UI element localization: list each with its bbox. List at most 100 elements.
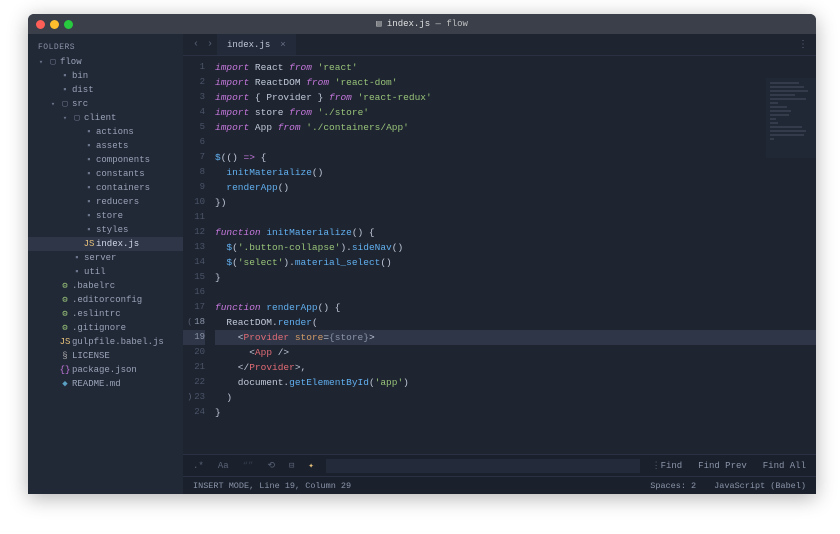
minimap[interactable] (766, 78, 816, 158)
tree-arrow-icon[interactable]: ▾ (36, 58, 46, 67)
tree-item-store[interactable]: ▪store (28, 209, 183, 223)
tree-item-index-js[interactable]: JSindex.js (28, 237, 183, 251)
line-number[interactable]: 12 (183, 225, 205, 240)
code-line[interactable] (215, 285, 816, 300)
whole-word-icon[interactable]: “” (243, 461, 254, 471)
tree-item-package-json[interactable]: {}package.json (28, 363, 183, 377)
titlebar[interactable]: ▤ index.js — flow (28, 14, 816, 34)
tab-close-icon[interactable]: × (280, 40, 285, 50)
status-spaces[interactable]: Spaces: 2 (650, 481, 696, 491)
code-line[interactable]: } (215, 405, 816, 420)
code-line[interactable]: $(() => { (215, 150, 816, 165)
sidebar[interactable]: FOLDERS ▾▢flow▪bin▪dist▾▢src▾▢client▪act… (28, 34, 183, 494)
line-number[interactable]: 16 (183, 285, 205, 300)
code-line[interactable]: $('select').material_select() (215, 255, 816, 270)
tree-item-util[interactable]: ▪util (28, 265, 183, 279)
wrap-toggle-icon[interactable]: ⟲ (267, 461, 275, 471)
line-number[interactable]: 20 (183, 345, 205, 360)
line-number[interactable]: 21 (183, 360, 205, 375)
line-number[interactable]: 15 (183, 270, 205, 285)
tab-index-js[interactable]: index.js × (217, 34, 296, 55)
code-line[interactable]: ) (215, 390, 816, 405)
line-number[interactable]: 3 (183, 90, 205, 105)
line-number[interactable]: 4 (183, 105, 205, 120)
line-number[interactable]: 19 (183, 330, 205, 345)
tree-item-containers[interactable]: ▪containers (28, 181, 183, 195)
code-line[interactable]: import React from 'react' (215, 60, 816, 75)
tree-item-dist[interactable]: ▪dist (28, 83, 183, 97)
in-selection-icon[interactable]: ⊟ (289, 461, 294, 471)
tree-item--eslintrc[interactable]: ⚙.eslintrc (28, 307, 183, 321)
tree-item-constants[interactable]: ▪constants (28, 167, 183, 181)
code-area[interactable]: 1234567891011121314151617(1819202122)232… (183, 56, 816, 454)
find-all-button[interactable]: Find All (763, 461, 806, 471)
code-line[interactable]: import { Provider } from 'react-redux' (215, 90, 816, 105)
tree-item--gitignore[interactable]: ⚙.gitignore (28, 321, 183, 335)
line-number[interactable]: )23 (183, 390, 205, 405)
code-line[interactable]: import store from './store' (215, 105, 816, 120)
line-number[interactable]: 5 (183, 120, 205, 135)
tree-item-license[interactable]: §LICENSE (28, 349, 183, 363)
code-line[interactable]: <Provider store={store}> (215, 330, 816, 345)
line-number[interactable]: 8 (183, 165, 205, 180)
code-line[interactable]: </Provider>, (215, 360, 816, 375)
tab-next-icon[interactable]: › (203, 39, 217, 50)
find-input[interactable] (326, 459, 640, 473)
tree-item-src[interactable]: ▾▢src (28, 97, 183, 111)
case-toggle-icon[interactable]: Aa (218, 461, 229, 471)
code-line[interactable]: } (215, 270, 816, 285)
tree-item-styles[interactable]: ▪styles (28, 223, 183, 237)
find-button[interactable]: Find (661, 461, 683, 471)
tree-item-components[interactable]: ▪components (28, 153, 183, 167)
line-number[interactable]: 17 (183, 300, 205, 315)
line-number[interactable]: 1 (183, 60, 205, 75)
highlight-icon[interactable]: ✦ (308, 461, 313, 471)
line-number[interactable]: 6 (183, 135, 205, 150)
code-line[interactable]: initMaterialize() (215, 165, 816, 180)
tree-arrow-icon[interactable]: ▾ (48, 100, 58, 109)
tree-item--babelrc[interactable]: ⚙.babelrc (28, 279, 183, 293)
regex-toggle-icon[interactable]: .* (193, 461, 204, 471)
code-line[interactable]: function renderApp() { (215, 300, 816, 315)
minimize-window-button[interactable] (50, 20, 59, 29)
code-content[interactable]: import React from 'react'import ReactDOM… (211, 56, 816, 454)
line-number[interactable]: 14 (183, 255, 205, 270)
code-line[interactable] (215, 135, 816, 150)
code-line[interactable]: function initMaterialize() { (215, 225, 816, 240)
tree-item-reducers[interactable]: ▪reducers (28, 195, 183, 209)
tab-overflow-icon[interactable]: ⋮ (798, 39, 808, 51)
status-language[interactable]: JavaScript (Babel) (714, 481, 806, 491)
line-number[interactable]: 2 (183, 75, 205, 90)
code-line[interactable]: renderApp() (215, 180, 816, 195)
code-line[interactable]: document.getElementById('app') (215, 375, 816, 390)
code-line[interactable]: import ReactDOM from 'react-dom' (215, 75, 816, 90)
tab-prev-icon[interactable]: ‹ (189, 39, 203, 50)
find-more-icon[interactable]: ⋮ (652, 461, 661, 471)
tree-item-flow[interactable]: ▾▢flow (28, 55, 183, 69)
line-number[interactable]: 9 (183, 180, 205, 195)
line-number[interactable]: 10 (183, 195, 205, 210)
line-number[interactable]: 24 (183, 405, 205, 420)
find-prev-button[interactable]: Find Prev (698, 461, 747, 471)
line-number[interactable]: 7 (183, 150, 205, 165)
line-number[interactable]: 22 (183, 375, 205, 390)
code-line[interactable] (215, 210, 816, 225)
maximize-window-button[interactable] (64, 20, 73, 29)
tree-item--editorconfig[interactable]: ⚙.editorconfig (28, 293, 183, 307)
tree-item-server[interactable]: ▪server (28, 251, 183, 265)
close-window-button[interactable] (36, 20, 45, 29)
code-line[interactable]: }) (215, 195, 816, 210)
code-line[interactable]: ReactDOM.render( (215, 315, 816, 330)
tree-item-bin[interactable]: ▪bin (28, 69, 183, 83)
tree-item-client[interactable]: ▾▢client (28, 111, 183, 125)
tree-item-gulpfile-babel-js[interactable]: JSgulpfile.babel.js (28, 335, 183, 349)
code-line[interactable]: $('.button-collapse').sideNav() (215, 240, 816, 255)
tree-item-actions[interactable]: ▪actions (28, 125, 183, 139)
code-line[interactable]: import App from './containers/App' (215, 120, 816, 135)
line-number[interactable]: 13 (183, 240, 205, 255)
tree-arrow-icon[interactable]: ▾ (60, 114, 70, 123)
tree-item-assets[interactable]: ▪assets (28, 139, 183, 153)
tree-item-readme-md[interactable]: ◆README.md (28, 377, 183, 391)
line-number[interactable]: (18 (183, 315, 205, 330)
code-line[interactable]: <App /> (215, 345, 816, 360)
